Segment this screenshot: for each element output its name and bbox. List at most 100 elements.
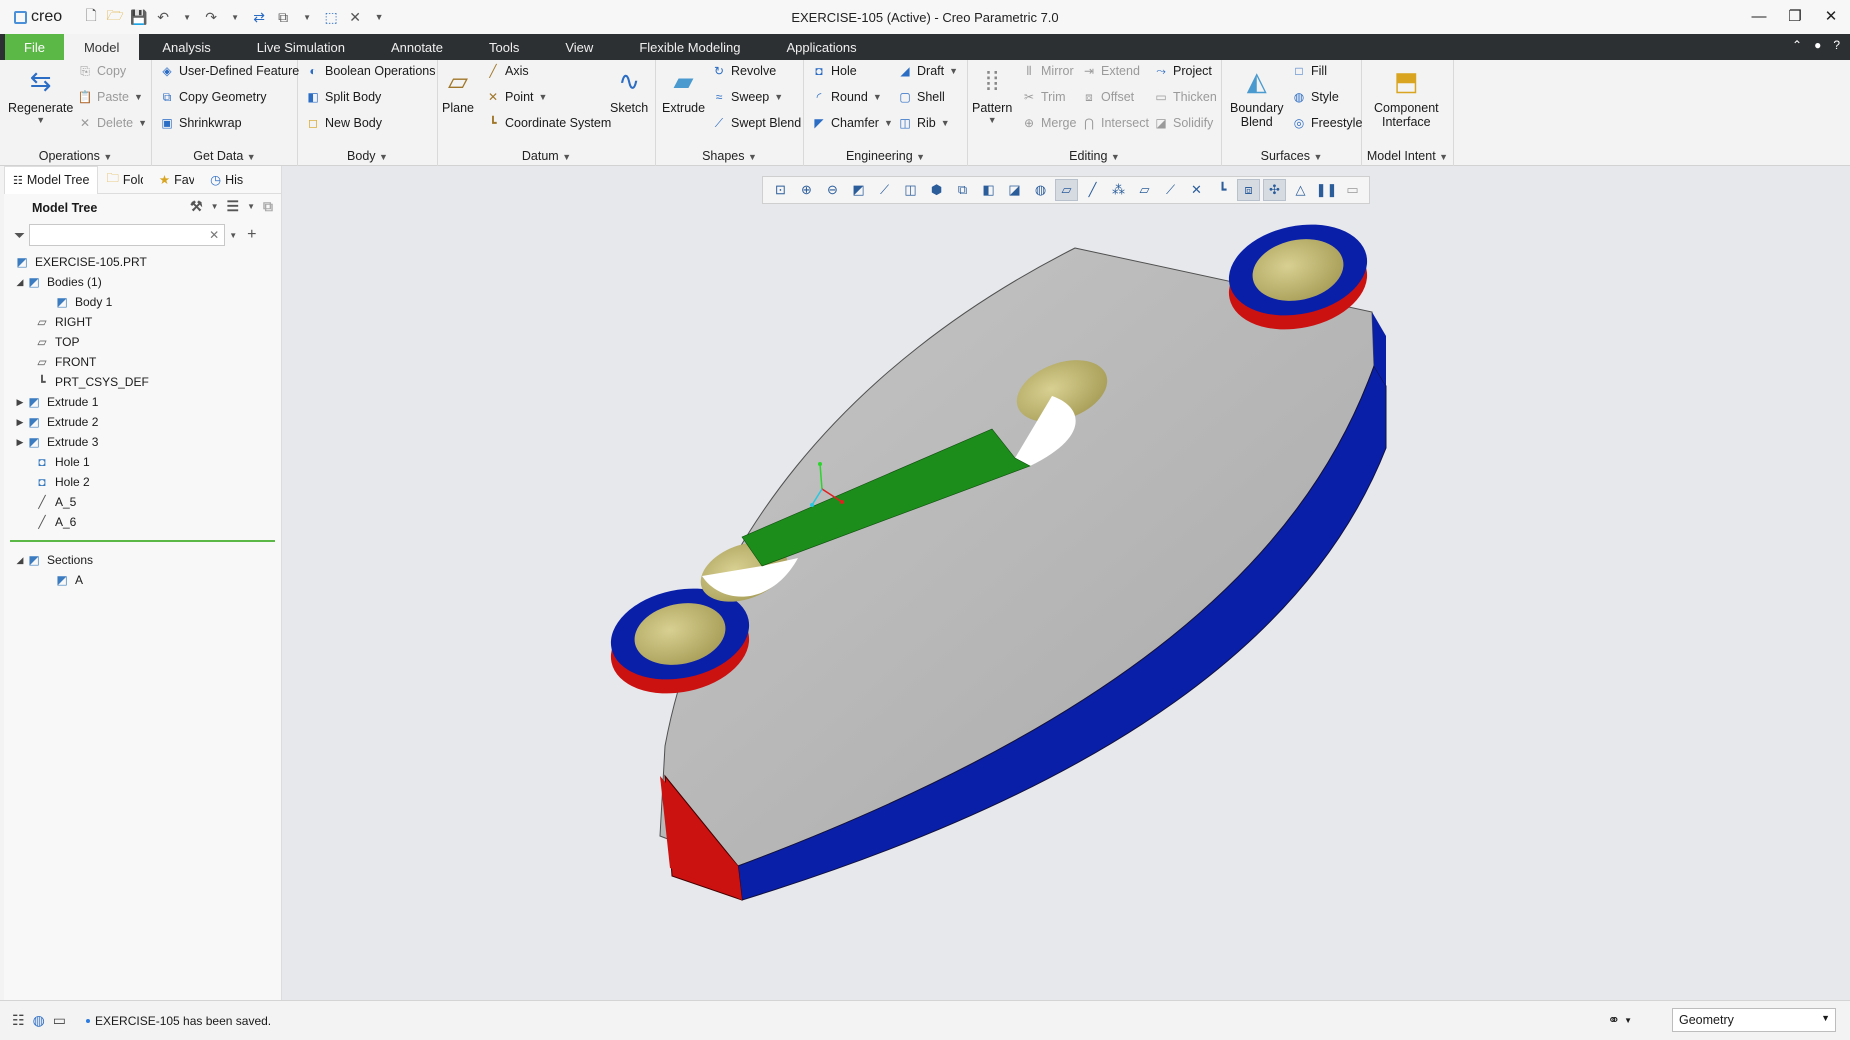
expand-arrow-icon[interactable]: ▶ <box>14 397 26 408</box>
extrude-button[interactable]: ▰ Extrude <box>662 64 705 116</box>
redo-dropdown-icon[interactable]: ▼ <box>224 6 246 28</box>
windows-icon[interactable]: ⧉ <box>272 6 294 28</box>
group-label-model-intent[interactable]: Model Intent ▼ <box>1362 149 1453 163</box>
new-file-icon[interactable]: 🗋 <box>80 6 102 28</box>
tree-item-sections[interactable]: ◢ ◩ Sections <box>4 550 281 570</box>
tab-file[interactable]: File <box>5 34 64 60</box>
tree-item-extrude-3[interactable]: ▶ ◩ Extrude 3 <box>4 432 281 452</box>
filter-icon[interactable]: ⏷ <box>14 227 25 244</box>
customize-qat-icon[interactable]: ▼ <box>368 6 390 28</box>
toggle-fullscreen-icon[interactable]: ▭ <box>53 1012 66 1029</box>
boundary-blend-button[interactable]: ◭ Boundary Blend <box>1230 64 1284 130</box>
freestyle-button[interactable]: ◎ Freestyle <box>1292 116 1363 130</box>
expand-arrow-icon[interactable]: ▶ <box>14 437 26 448</box>
tree-item-top[interactable]: ▱ TOP <box>4 332 281 352</box>
style-button[interactable]: ◍ Style <box>1292 90 1339 104</box>
hole-button[interactable]: ◘ Hole <box>812 64 856 78</box>
minimize-icon[interactable]: — <box>1748 4 1770 28</box>
part-model-render[interactable] <box>282 166 1850 1000</box>
split-body-button[interactable]: ◧ Split Body <box>306 90 381 104</box>
pattern-button[interactable]: ⁞⁞ Pattern ▼ <box>972 64 1012 126</box>
sketch-button[interactable]: ∿ Sketch <box>610 64 648 116</box>
regenerate-quick-icon[interactable]: ⇄ <box>248 6 270 28</box>
collapse-ribbon-icon[interactable]: ⌃ <box>1792 38 1802 52</box>
swept-blend-button[interactable]: ⟋ Swept Blend <box>712 116 801 131</box>
merge-button[interactable]: ⊕ Merge <box>1022 116 1076 130</box>
group-label-editing[interactable]: Editing ▼ <box>968 149 1221 163</box>
tree-item-a6[interactable]: ╱ A_6 <box>4 512 281 532</box>
tab-tools[interactable]: Tools <box>466 34 542 60</box>
tab-flexible-modeling[interactable]: Flexible Modeling <box>616 34 763 60</box>
point-button[interactable]: ✕ Point ▼ <box>486 90 547 104</box>
shrinkwrap-button[interactable]: ▣ Shrinkwrap <box>160 116 241 130</box>
round-button[interactable]: ◜ Round ▼ <box>812 90 882 104</box>
sweep-button[interactable]: ≈ Sweep ▼ <box>712 90 783 104</box>
tab-analysis[interactable]: Analysis <box>139 34 233 60</box>
add-filter-icon[interactable]: + <box>247 226 256 244</box>
search-dropdown-icon[interactable]: ▼ <box>229 231 237 240</box>
coordinate-system-button[interactable]: ┗ Coordinate System <box>486 116 611 130</box>
insert-indicator[interactable] <box>10 540 275 542</box>
boolean-operations-button[interactable]: ◐ Boolean Operations <box>306 64 435 78</box>
mirror-button[interactable]: ⫴ Mirror <box>1022 64 1073 79</box>
delete-button[interactable]: ✕ Delete ▼ <box>78 116 147 130</box>
tree-item-extrude-1[interactable]: ▶ ◩ Extrude 1 <box>4 392 281 412</box>
toggle-browser-icon[interactable]: ◍ <box>33 1012 45 1029</box>
intersect-button[interactable]: ⋂ Intersect <box>1082 116 1149 130</box>
group-label-body[interactable]: Body ▼ <box>298 149 437 163</box>
collapse-arrow-icon[interactable]: ◢ <box>14 555 26 566</box>
maximize-icon[interactable]: ❐ <box>1784 4 1806 28</box>
thicken-button[interactable]: ▭ Thicken <box>1154 90 1216 104</box>
tree-filter-icon[interactable]: ⧉ <box>263 198 273 215</box>
tree-item-part[interactable]: ◩ EXERCISE-105.PRT <box>4 252 281 272</box>
help-icon[interactable]: ? <box>1833 38 1840 52</box>
tree-item-section-a[interactable]: ◩ A <box>4 570 281 590</box>
rib-button[interactable]: ◫ Rib ▼ <box>898 116 949 130</box>
find-binoculars-icon[interactable]: ⚭ <box>1608 1011 1621 1029</box>
group-label-operations[interactable]: Operations ▼ <box>0 149 151 163</box>
draft-button[interactable]: ◢ Draft ▼ <box>898 64 958 78</box>
tab-favorites[interactable]: ★ Fav <box>151 166 202 194</box>
revolve-button[interactable]: ↻ Revolve <box>712 64 776 78</box>
regenerate-button[interactable]: ⇆ Regenerate ▼ <box>8 64 73 126</box>
chamfer-button[interactable]: ◤ Chamfer ▼ <box>812 116 892 130</box>
tree-item-body-1[interactable]: ◩ Body 1 <box>4 292 281 312</box>
user-icon[interactable]: ● <box>1814 38 1821 52</box>
project-button[interactable]: ⤳ Project <box>1154 64 1212 79</box>
group-label-engineering[interactable]: Engineering ▼ <box>804 149 967 163</box>
extend-button[interactable]: ⇥ Extend <box>1082 64 1140 78</box>
find-dropdown-icon[interactable]: ▼ <box>1624 1016 1632 1025</box>
new-body-button[interactable]: ◻ New Body <box>306 116 382 130</box>
fill-button[interactable]: □ Fill <box>1292 64 1327 78</box>
tree-show-icon[interactable]: ☰ <box>227 198 240 215</box>
tree-settings-dropdown-icon[interactable]: ▼ <box>211 198 219 215</box>
udf-button[interactable]: ◈ User-Defined Feature <box>160 64 299 78</box>
tab-applications[interactable]: Applications <box>763 34 879 60</box>
expand-arrow-icon[interactable]: ▶ <box>14 417 26 428</box>
windows-dropdown-icon[interactable]: ▼ <box>296 6 318 28</box>
tab-live-simulation[interactable]: Live Simulation <box>234 34 368 60</box>
axis-button[interactable]: ╱ Axis <box>486 64 528 78</box>
window-activate-icon[interactable]: ⬚ <box>320 6 342 28</box>
tab-model-tree[interactable]: ☷ Model Tree <box>4 165 99 194</box>
component-interface-button[interactable]: ⬒ Component Interface <box>1374 64 1439 130</box>
tree-show-dropdown-icon[interactable]: ▼ <box>247 198 255 215</box>
redo-icon[interactable]: ↷ <box>200 6 222 28</box>
tab-folder-browser[interactable]: 🗀 Fold <box>98 166 151 194</box>
copy-button[interactable]: ⎘ Copy <box>78 64 126 79</box>
tree-item-bodies[interactable]: ◢ ◩ Bodies (1) <box>4 272 281 292</box>
paste-button[interactable]: 📋 Paste ▼ <box>78 90 143 104</box>
graphics-viewport[interactable]: ⊡ ⊕ ⊖ ◩ ⟋ ◫ ⬢ ⧉ ◧ ◪ ◍ ▱ ╱ ⁂ ▱ ⟋ ✕ ┗ ⧈ ✣ … <box>282 166 1850 1000</box>
toggle-navigator-icon[interactable]: ☷ <box>12 1012 25 1029</box>
save-icon[interactable]: 💾 <box>128 6 150 28</box>
tree-item-a5[interactable]: ╱ A_5 <box>4 492 281 512</box>
tree-item-hole-1[interactable]: ◘ Hole 1 <box>4 452 281 472</box>
tab-view[interactable]: View <box>542 34 616 60</box>
clear-search-icon[interactable]: ✕ <box>209 228 219 242</box>
plane-button[interactable]: ▱ Plane <box>442 64 474 116</box>
group-label-datum[interactable]: Datum ▼ <box>438 149 655 163</box>
tree-item-extrude-2[interactable]: ▶ ◩ Extrude 2 <box>4 412 281 432</box>
collapse-arrow-icon[interactable]: ◢ <box>14 277 26 288</box>
tab-annotate[interactable]: Annotate <box>368 34 466 60</box>
shell-button[interactable]: ▢ Shell <box>898 90 944 104</box>
